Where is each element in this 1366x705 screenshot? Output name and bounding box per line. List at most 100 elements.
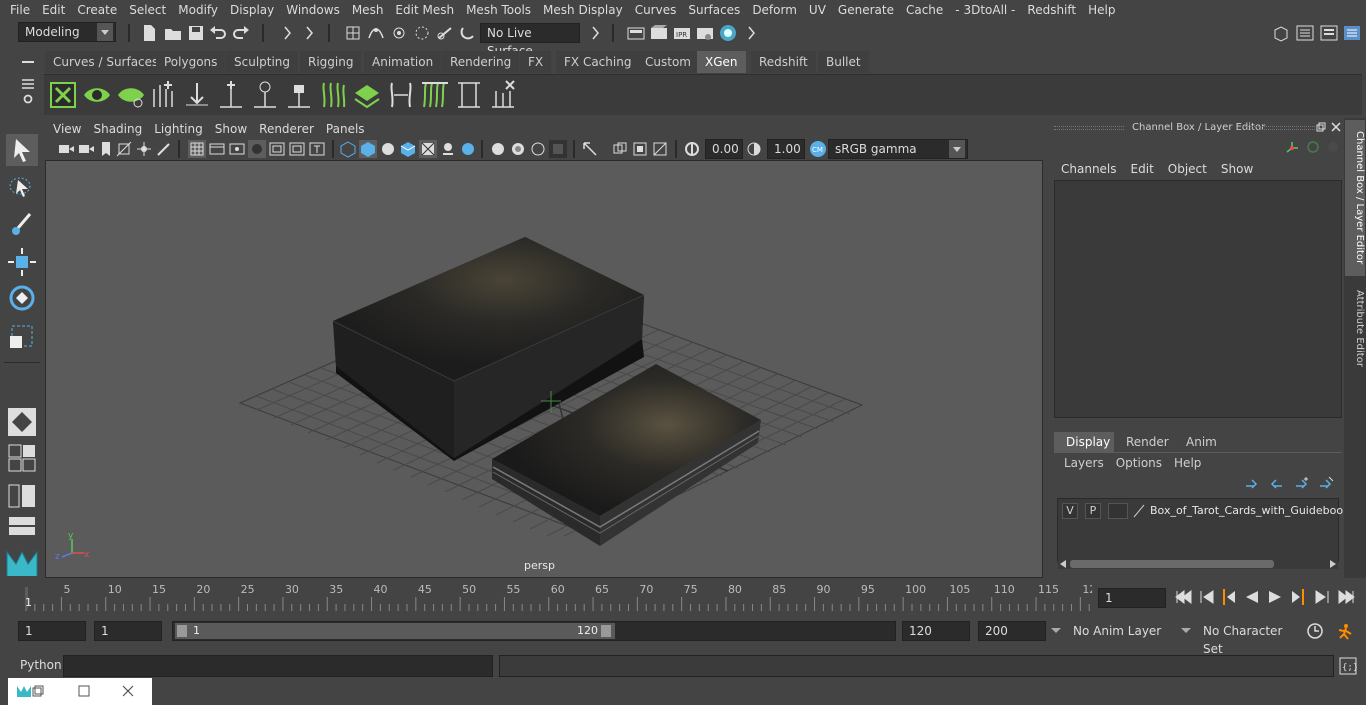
step-back-icon[interactable]: [1199, 590, 1215, 604]
xgen-guides-green-icon[interactable]: [318, 79, 348, 111]
menu-help[interactable]: Help: [1082, 0, 1121, 20]
layer-type-toggle[interactable]: [1108, 503, 1128, 519]
menu-generate[interactable]: Generate: [832, 0, 900, 20]
panel-menu-lighting[interactable]: Lighting: [148, 120, 209, 138]
color-space-selector[interactable]: sRGB gamma: [828, 139, 968, 159]
layer-scrollbar[interactable]: [1058, 559, 1338, 569]
xgen-interactive-groom-icon[interactable]: [420, 79, 450, 111]
menu-modify[interactable]: Modify: [172, 0, 224, 20]
use-all-lights-icon[interactable]: [419, 140, 437, 158]
layer-menu-help[interactable]: Help: [1168, 456, 1207, 470]
xgen-clear-preview-icon[interactable]: [116, 79, 146, 111]
panel-menu-panels[interactable]: Panels: [320, 120, 371, 138]
gamma-icon[interactable]: [745, 140, 763, 158]
step-back-key-icon[interactable]: [1222, 588, 1236, 606]
render-frame-icon[interactable]: [650, 24, 668, 42]
workspace-icon[interactable]: [1272, 24, 1290, 42]
menu-uv[interactable]: UV: [803, 0, 832, 20]
layer-menu-layers[interactable]: Layers: [1058, 456, 1110, 470]
xgen-guide-frame-icon[interactable]: [454, 79, 484, 111]
expand-arrow-icon[interactable]: [300, 24, 318, 42]
expand-arrow-icon[interactable]: [742, 24, 760, 42]
xgen-region-map-icon[interactable]: [352, 79, 382, 111]
step-forward-key-icon[interactable]: [1291, 588, 1305, 606]
expand-arrow-icon[interactable]: [278, 24, 296, 42]
layer-color-icon[interactable]: [1132, 503, 1146, 519]
xray-icon[interactable]: [581, 140, 599, 158]
snap-grid-icon[interactable]: [344, 24, 362, 42]
close-icon[interactable]: [1331, 122, 1341, 132]
scroll-left-icon[interactable]: [1060, 560, 1066, 568]
open-scene-icon[interactable]: [164, 24, 182, 42]
toggle-attribute-editor-icon[interactable]: [1296, 24, 1314, 42]
menu-3dtoall[interactable]: - 3DtoAll -: [949, 0, 1021, 20]
safe-title-icon[interactable]: [308, 140, 326, 158]
menu-mesh[interactable]: Mesh: [346, 0, 390, 20]
manipulator-icon[interactable]: [1284, 140, 1300, 156]
layout-single-icon[interactable]: [8, 444, 36, 472]
wireframe-icon[interactable]: [339, 140, 357, 158]
shelf-tab-rigging[interactable]: Rigging: [300, 51, 362, 73]
layer-visibility-toggle[interactable]: V: [1062, 503, 1078, 519]
new-layer-icon[interactable]: [1294, 476, 1310, 490]
range-slider-track[interactable]: 1 120: [172, 621, 896, 641]
play-backwards-icon[interactable]: [1245, 590, 1259, 604]
anim-layer-selector[interactable]: No Anim Layer: [1066, 621, 1176, 641]
motion-blur-icon[interactable]: [489, 140, 507, 158]
camera-select-icon[interactable]: [57, 140, 75, 158]
xgen-delete-guide-icon[interactable]: [488, 79, 518, 111]
minimized-window-bar[interactable]: [8, 678, 152, 705]
shelf-tab-xgen[interactable]: XGen: [697, 51, 746, 73]
snap-live-icon[interactable]: [436, 24, 454, 42]
play-forwards-icon[interactable]: [1268, 590, 1282, 604]
current-frame-field[interactable]: 1: [1098, 588, 1166, 608]
scene-end-field[interactable]: 200: [978, 621, 1046, 641]
playback-end-field[interactable]: 120: [902, 621, 970, 641]
range-slider-left-grip[interactable]: [177, 625, 187, 637]
live-surface-field[interactable]: No Live Surface: [480, 23, 580, 58]
move-tool[interactable]: [6, 246, 38, 278]
new-layer-selected-icon[interactable]: [1318, 476, 1334, 490]
multisample-icon[interactable]: [509, 140, 527, 158]
maximize-icon[interactable]: [78, 685, 90, 697]
perspective-viewport[interactable]: y x z persp: [45, 160, 1043, 578]
menu-curves[interactable]: Curves: [629, 0, 683, 20]
field-chart-icon[interactable]: [268, 140, 286, 158]
scale-tool[interactable]: [6, 320, 38, 352]
time-slider[interactable]: 5 10 15 20 25 30 35 40 45 50 55 60 65 70 75 80 85 90 95 100…: [24, 583, 1096, 611]
panel-grip[interactable]: [1054, 126, 1124, 130]
panel-grip[interactable]: [1245, 126, 1315, 130]
menu-deform[interactable]: Deform: [746, 0, 803, 20]
shelf-tab-bullet[interactable]: Bullet: [818, 51, 869, 73]
bookmark-icon[interactable]: [97, 140, 115, 158]
hypershade-icon[interactable]: [719, 24, 737, 42]
playback-start-field[interactable]: 1: [94, 621, 162, 641]
menu-surfaces[interactable]: Surfaces: [682, 0, 746, 20]
range-slider-handle[interactable]: 1 120: [175, 623, 615, 639]
shelf-tab-fx[interactable]: FX: [520, 51, 552, 73]
isolate-select-icon[interactable]: [549, 140, 567, 158]
panel-menu-show[interactable]: Show: [209, 120, 253, 138]
step-forward-icon[interactable]: [1314, 590, 1330, 604]
safe-action-icon[interactable]: [288, 140, 306, 158]
default-material-icon[interactable]: [379, 140, 397, 158]
smooth-shade-icon[interactable]: [359, 140, 377, 158]
film-gate-icon[interactable]: [208, 140, 226, 158]
xray-active-components-icon[interactable]: [631, 140, 649, 158]
shelf-menu-icon[interactable]: [18, 55, 38, 69]
undo-icon[interactable]: [209, 24, 227, 42]
shelf-tab-animation[interactable]: Animation: [364, 51, 442, 73]
image-plane-icon[interactable]: [115, 140, 133, 158]
gear-icon[interactable]: [20, 92, 36, 106]
go-to-start-icon[interactable]: [1175, 590, 1193, 604]
menu-mesh-tools[interactable]: Mesh Tools: [460, 0, 537, 20]
render-view-icon[interactable]: [696, 24, 714, 42]
shadows-icon[interactable]: [439, 140, 457, 158]
layer-tab-anim[interactable]: Anim: [1174, 432, 1229, 452]
move-layer-up-icon[interactable]: [1244, 476, 1260, 490]
expand-arrow-icon[interactable]: [586, 24, 604, 42]
camera-lock-icon[interactable]: [77, 140, 95, 158]
command-language-label[interactable]: Python: [20, 658, 62, 672]
snap-curve-icon[interactable]: [367, 24, 385, 42]
go-to-end-icon[interactable]: [1337, 590, 1355, 604]
